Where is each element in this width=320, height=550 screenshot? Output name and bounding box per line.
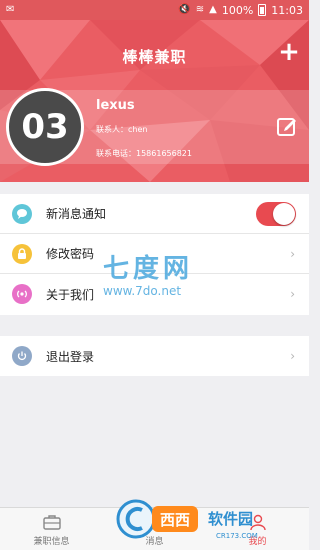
notification-icon: ✉ (6, 4, 15, 15)
edit-icon[interactable] (276, 115, 298, 137)
badge-text: 软件园 (208, 510, 253, 528)
status-right: 🔇 ≋ ▲ 100% 11:03 (178, 4, 303, 17)
cr173-logo: 西西 软件园 CR173.COM (116, 499, 258, 540)
chevron-right-icon: › (290, 246, 295, 261)
mute-icon: 🔇 (178, 4, 191, 15)
battery-icon (258, 4, 267, 16)
setting-label: 新消息通知 (46, 207, 107, 221)
nav-label: 兼职信息 (33, 537, 70, 547)
badge-brand: 西西 (160, 511, 190, 529)
chat-bubble-icon (12, 203, 32, 224)
setting-new-message-notification: 新消息通知 (0, 194, 309, 234)
lock-icon (12, 243, 32, 264)
setting-label: 修改密码 (46, 247, 95, 261)
status-time: 11:03 (271, 3, 303, 17)
logout-label: 退出登录 (46, 349, 95, 364)
signal-icon: ▲ (209, 4, 217, 15)
info-broadcast-icon (12, 284, 32, 304)
briefcase-icon (42, 515, 61, 530)
wifi-icon: ≋ (195, 4, 205, 15)
contact-name: 联系人：chen (96, 125, 148, 134)
notification-toggle[interactable] (256, 201, 296, 226)
badge-domain: CR173.COM (216, 532, 258, 540)
watermark-url: www.7do.net (103, 284, 182, 298)
app-title: 棒棒兼职 (122, 48, 187, 66)
status-bar: ✉ 🔇 ≋ ▲ 100% 11:03 (0, 0, 309, 20)
chevron-right-icon: › (290, 349, 295, 363)
setting-label: 关于我们 (46, 287, 95, 302)
contact-phone: 联系电话：15861656821 (96, 149, 192, 158)
logout-row[interactable]: 退出登录 › (0, 336, 309, 376)
username: lexus (96, 98, 135, 113)
logout-section: 退出登录 › (0, 336, 309, 376)
battery-percent: 100% (221, 3, 254, 17)
power-icon (12, 346, 32, 366)
toggle-knob (273, 202, 295, 225)
nav-job-info[interactable]: 兼职信息 (0, 508, 103, 550)
avatar[interactable]: 03 (6, 88, 84, 166)
watermark-title: 七度网 (103, 254, 194, 284)
profile-header: 棒棒兼职 + 03 lexus 联系人：chen 联系电话：1586165682… (0, 20, 309, 182)
chevron-right-icon: › (290, 287, 295, 301)
add-button[interactable]: + (277, 39, 301, 65)
